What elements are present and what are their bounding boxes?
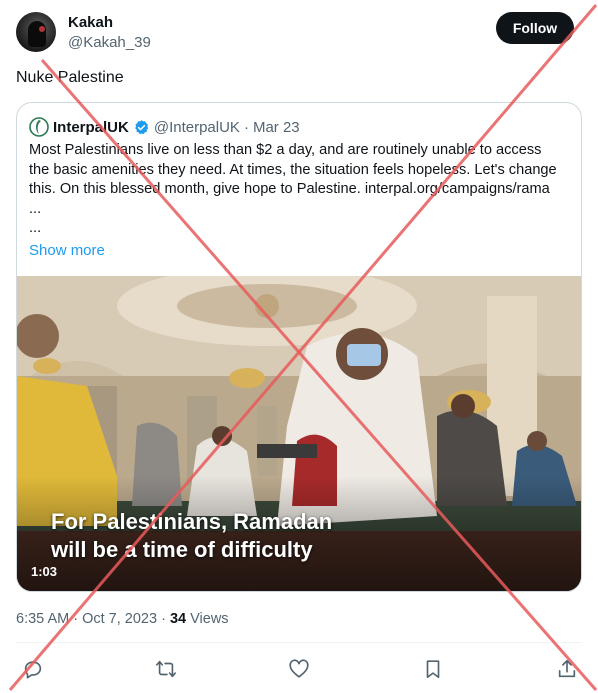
- tweet-header: Kakah @Kakah_39 Follow: [16, 12, 582, 56]
- video-caption: For Palestinians, Ramadan will be a time…: [51, 508, 332, 564]
- meta-separator: ·: [69, 611, 83, 627]
- quote-author-handle[interactable]: @InterpalUK: [154, 119, 240, 136]
- action-bar: [22, 658, 578, 682]
- quote-text: Most Palestinians live on less than $2 a…: [29, 141, 569, 239]
- author-name[interactable]: Kakah: [68, 14, 113, 31]
- tweet-time[interactable]: 6:35 AM: [16, 611, 69, 627]
- tweet-text: Nuke Palestine: [16, 69, 124, 86]
- avatar-figure: [28, 21, 46, 47]
- interpal-logo-icon[interactable]: [29, 117, 49, 137]
- video-caption-line: For Palestinians, Ramadan: [51, 509, 333, 534]
- author-handle[interactable]: @Kakah_39: [68, 34, 151, 51]
- avatar[interactable]: [16, 12, 56, 52]
- views-count: 34: [169, 611, 187, 627]
- retweet-icon[interactable]: [155, 658, 177, 680]
- tweet-meta: 6:35 AM · Oct 7, 2023 · 34 Views: [16, 611, 229, 627]
- like-icon[interactable]: [288, 658, 310, 680]
- quote-author-name[interactable]: InterpalUK: [53, 119, 129, 136]
- show-more-link[interactable]: Show more: [29, 242, 105, 259]
- bookmark-icon[interactable]: [422, 658, 444, 680]
- meta-separator: ·: [157, 611, 170, 627]
- quote-header: InterpalUK @InterpalUK · Mar 23: [29, 117, 300, 137]
- quote-date[interactable]: Mar 23: [253, 119, 300, 136]
- quote-separator: ·: [243, 118, 249, 136]
- quote-text-line: ...: [29, 200, 42, 217]
- avatar-accent: [39, 26, 45, 32]
- reply-icon[interactable]: [22, 658, 44, 680]
- verified-badge-icon: [134, 119, 149, 134]
- share-icon[interactable]: [556, 658, 578, 680]
- views-label: Views: [186, 611, 229, 627]
- tweet-date[interactable]: Oct 7, 2023: [82, 611, 157, 627]
- quote-text-line: this. On this blessed month, give hope t…: [29, 181, 550, 197]
- quoted-tweet[interactable]: InterpalUK @InterpalUK · Mar 23 Most Pal…: [16, 102, 582, 592]
- video-duration: 1:03: [31, 564, 58, 579]
- video-caption-line: will be a time of difficulty: [51, 537, 313, 562]
- quote-text-line: ...: [29, 220, 42, 236]
- quote-text-line: the basic amenities they need. At times,…: [29, 161, 557, 178]
- quote-text-line: Most Palestinians live on less than $2 a…: [29, 142, 542, 158]
- divider: [16, 642, 582, 643]
- video-thumbnail[interactable]: For Palestinians, Ramadan will be a time…: [17, 276, 581, 591]
- follow-button[interactable]: Follow: [496, 12, 574, 44]
